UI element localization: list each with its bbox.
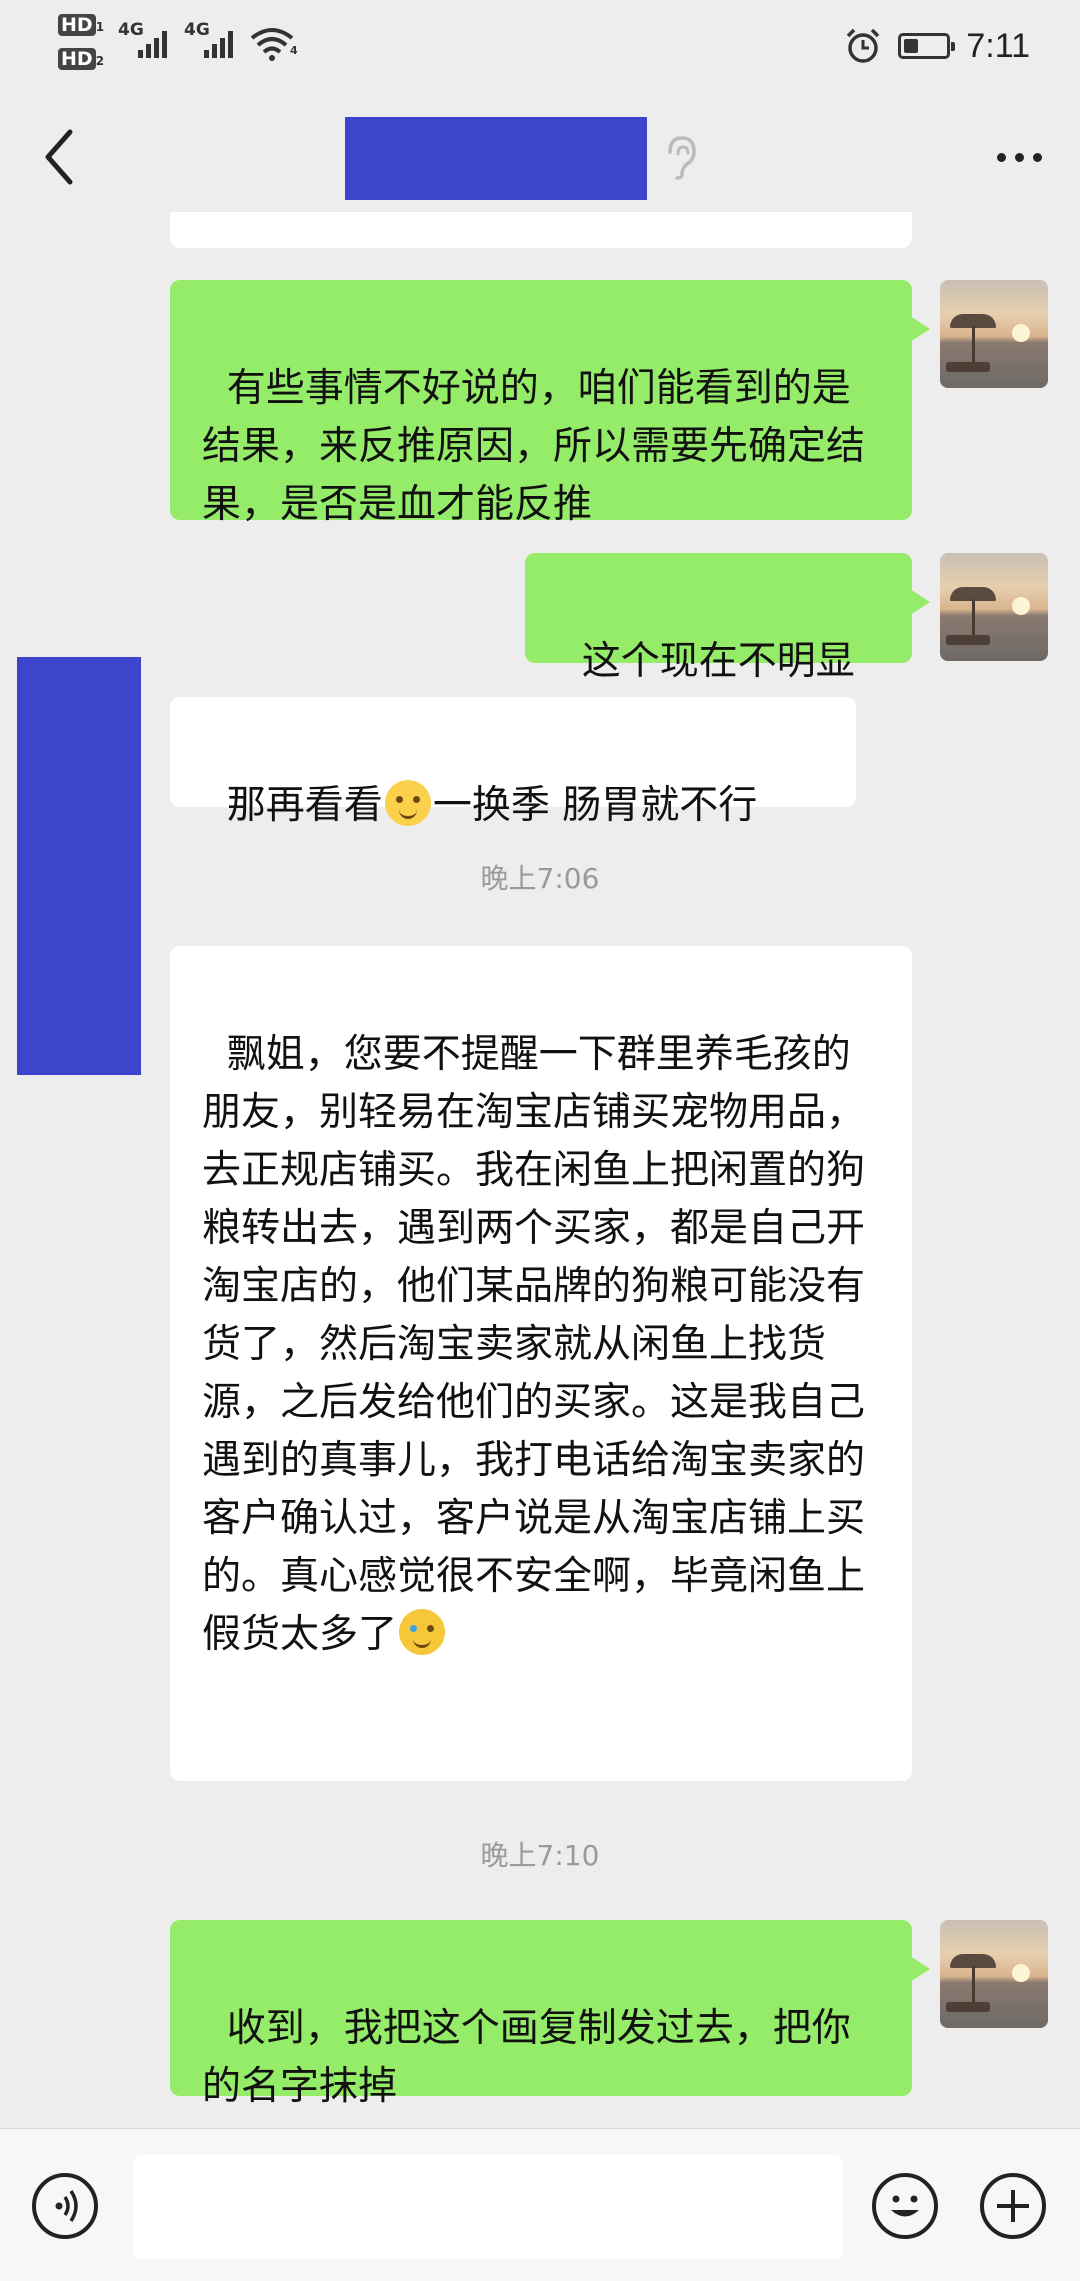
message-bubble-outgoing[interactable]: 这个现在不明显 [525, 553, 930, 684]
smile-icon[interactable] [872, 2173, 938, 2239]
avatar[interactable] [940, 280, 1048, 388]
avatar[interactable] [940, 553, 1048, 661]
message-bubble-outgoing[interactable]: 有些事情不好说的，咱们能看到的是结果，来反推原因，所以需要先确定结果，是否是血才… [170, 280, 930, 527]
wifi-icon [250, 28, 294, 61]
plus-icon[interactable] [980, 2173, 1046, 2239]
hd-badge-2: HD 2 [58, 48, 104, 70]
message-text: 收到，我把这个画复制发过去，把你的名字抹掉 [202, 2006, 851, 2109]
battery-icon [898, 33, 956, 59]
message-text: 一换季 肠胃就不行 [432, 783, 758, 828]
message-text: 这个现在不明显 [581, 639, 855, 684]
message-text: 有些事情不好说的，咱们能看到的是结果，来反推原因，所以需要先确定结果，是否是血才… [202, 366, 866, 527]
hd-badge-1: HD 1 [58, 14, 104, 36]
chat-header [0, 92, 1080, 222]
clock: 7:11 [966, 26, 1030, 65]
chat-title-redacted [345, 117, 647, 200]
more-dots-icon[interactable] [984, 132, 1054, 182]
blush-emoji-icon [384, 780, 431, 826]
message-bubble-incoming[interactable]: 那再看看 一换季 肠胃就不行 [170, 697, 856, 828]
battery-fill [904, 39, 919, 53]
voice-icon[interactable] [32, 2173, 98, 2239]
crying-laughing-emoji-icon [399, 1609, 446, 1655]
ear-icon [668, 136, 696, 180]
signal-icon-2 [204, 28, 233, 58]
signal-icon [138, 28, 167, 58]
status-bar: HD 1 HD 2 4G 4G 4 7:11 [0, 0, 1080, 92]
status-left: HD 1 HD 2 4G 4G 4 [58, 14, 318, 78]
message-text: 那再看看 [226, 783, 383, 828]
avatar[interactable] [940, 1920, 1048, 2028]
message-bubble-outgoing[interactable]: 收到，我把这个画复制发过去，把你的名字抹掉 [170, 1920, 930, 2109]
message-bubble-incoming[interactable]: 飘姐，您要不提醒一下群里养毛孩的朋友，别轻易在淘宝店铺买宠物用品，去正规店铺买。… [170, 946, 912, 1781]
timestamp: 晚上7:06 [480, 862, 600, 895]
alarm-icon [847, 28, 880, 63]
message-input[interactable] [133, 2155, 843, 2259]
wifi-tag: 4 [290, 44, 298, 57]
status-right: 7:11 [844, 22, 1030, 70]
message-text: 飘姐，您要不提醒一下群里养毛孩的朋友，别轻易在淘宝店铺买宠物用品，去正规店铺买。… [202, 1032, 866, 1657]
previous-message-bubble [170, 212, 912, 248]
timestamp: 晚上7:10 [480, 1839, 600, 1872]
chevron-left-icon[interactable] [30, 122, 90, 192]
input-bar [0, 2128, 1080, 2281]
